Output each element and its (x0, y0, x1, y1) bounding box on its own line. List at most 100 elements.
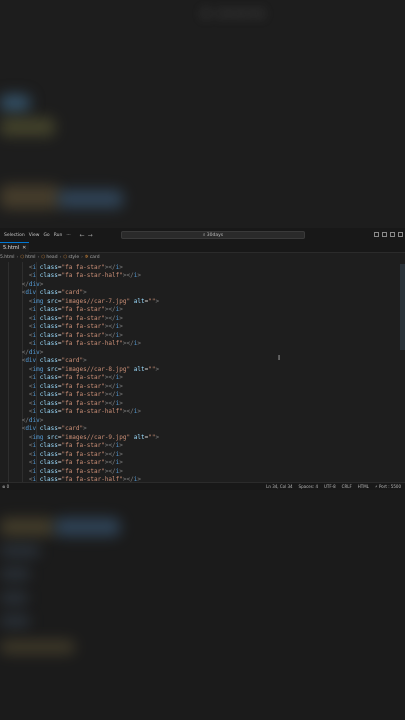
code-token: </ (21, 280, 29, 288)
menu-more[interactable]: ··· (66, 233, 70, 238)
title-bar: Selection View Go Run ··· ← → ⌕ 30days (0, 228, 405, 242)
code-token: ></ (104, 314, 116, 322)
breadcrumb-style[interactable]: style (68, 255, 79, 260)
code-line: <i class="fa fa-star"></i> (0, 468, 123, 477)
code-line: <i class="fa fa-star"></i> (0, 332, 123, 341)
code-token: class (39, 382, 58, 390)
blur-blob (0, 95, 30, 111)
code-line: <i class="fa fa-star-half"></i> (0, 340, 141, 349)
toggle-panel-icon[interactable] (382, 232, 387, 237)
code-line: <i class="fa fa-star-half"></i> (0, 408, 141, 417)
code-token: > (119, 442, 123, 449)
line-ending[interactable]: CRLF (342, 484, 352, 489)
code-token: src (47, 297, 58, 305)
menu-selection[interactable]: Selection (4, 233, 25, 238)
code-line: <i class="fa fa-star"></i> (0, 459, 123, 468)
code-token: div (28, 280, 40, 288)
breadcrumb-card[interactable]: card (90, 255, 100, 260)
back-arrow-icon[interactable]: ← (80, 232, 85, 239)
breadcrumb-file[interactable]: 5.html (0, 255, 15, 260)
code-token: "fa fa-star" (61, 306, 105, 313)
code-text-area[interactable]: <i class="fa fa-star"></i> <i class="fa … (0, 262, 398, 483)
blurred-title: ▢ ▢▢▢▢ (200, 6, 266, 21)
language-mode[interactable]: HTML (358, 484, 369, 489)
code-token: ></ (104, 399, 116, 407)
code-token: class (39, 331, 58, 339)
code-line: <i class="fa fa-star"></i> (0, 264, 123, 273)
code-line: <i class="fa fa-star"></i> (0, 400, 123, 409)
code-token: "card" (61, 357, 84, 364)
code-token: ></ (104, 323, 116, 330)
breadcrumb-html[interactable]: html (25, 255, 35, 260)
code-token: > (119, 306, 123, 313)
code-token: ></ (104, 331, 116, 339)
menu-run[interactable]: Run (54, 233, 63, 238)
cursor-position[interactable]: Ln 34, Col 34 (266, 484, 292, 489)
menu-go[interactable]: Go (43, 233, 49, 238)
code-line: <i class="fa fa-star"></i> (0, 374, 123, 383)
code-token: "fa fa-star" (61, 467, 105, 475)
code-token: > (137, 272, 141, 279)
code-token: ></ (104, 382, 116, 390)
menu-view[interactable]: View (29, 233, 40, 238)
customize-layout-icon[interactable] (398, 232, 403, 237)
code-token: > (137, 340, 141, 347)
tab-active-file[interactable]: 5.html ✕ (0, 241, 30, 253)
code-token: ></ (104, 263, 116, 271)
code-token: class (39, 306, 58, 313)
code-line: <i class="fa fa-star-half"></i> (0, 272, 141, 281)
live-server-port[interactable]: ⚡ Port : 5500 (375, 484, 401, 489)
code-token: "fa fa-star" (61, 399, 105, 407)
forward-arrow-icon[interactable]: → (88, 232, 93, 239)
code-line: </div> (0, 348, 44, 358)
code-token: img (32, 297, 44, 305)
chevron-right-icon: › (37, 255, 40, 260)
code-line: <i class="fa fa-star"></i> (0, 383, 123, 392)
code-token: > (119, 467, 123, 475)
scrollbar-thumb[interactable] (400, 264, 405, 350)
code-token: alt (133, 297, 145, 305)
code-line: <div class="card"> (0, 357, 87, 366)
blur-blob (0, 592, 28, 604)
toggle-secondary-sidebar-icon[interactable] (390, 232, 395, 237)
code-token: img (32, 365, 44, 373)
blur-blob (0, 118, 55, 136)
indentation[interactable]: Spaces: 4 (299, 484, 318, 489)
chevron-right-icon: › (81, 255, 83, 260)
code-token: class (39, 391, 58, 398)
code-token: class (39, 450, 58, 458)
code-token: "fa fa-star-half" (61, 408, 123, 415)
code-token: src (47, 365, 58, 373)
breadcrumb-head[interactable]: head (46, 255, 57, 260)
code-token: "fa fa-star-half" (61, 340, 123, 347)
element-icon: ⬡ (20, 255, 25, 260)
toggle-sidebar-icon[interactable] (374, 232, 379, 237)
code-token: > (119, 450, 123, 458)
code-token: > (119, 323, 123, 330)
command-center-search[interactable]: ⌕ 30days (121, 231, 305, 239)
code-token: class (39, 289, 58, 296)
code-token: "fa fa-star-half" (61, 272, 123, 279)
code-token: "fa fa-star" (61, 323, 105, 330)
code-line: </div> (0, 417, 44, 426)
code-token: img (32, 433, 44, 441)
problems-indicator[interactable]: ⊗ 0 (2, 484, 9, 489)
code-line: <i class="fa fa-star"></i> (0, 391, 123, 400)
code-token: class (39, 263, 58, 271)
code-token: "card" (61, 425, 84, 432)
encoding[interactable]: UTF-8 (324, 484, 336, 489)
close-icon[interactable]: ✕ (22, 245, 26, 251)
code-token: "fa fa-star" (61, 391, 105, 398)
code-token: > (39, 348, 44, 356)
blur-blob (55, 518, 120, 536)
code-token: > (119, 459, 123, 466)
code-token: div (25, 289, 37, 296)
